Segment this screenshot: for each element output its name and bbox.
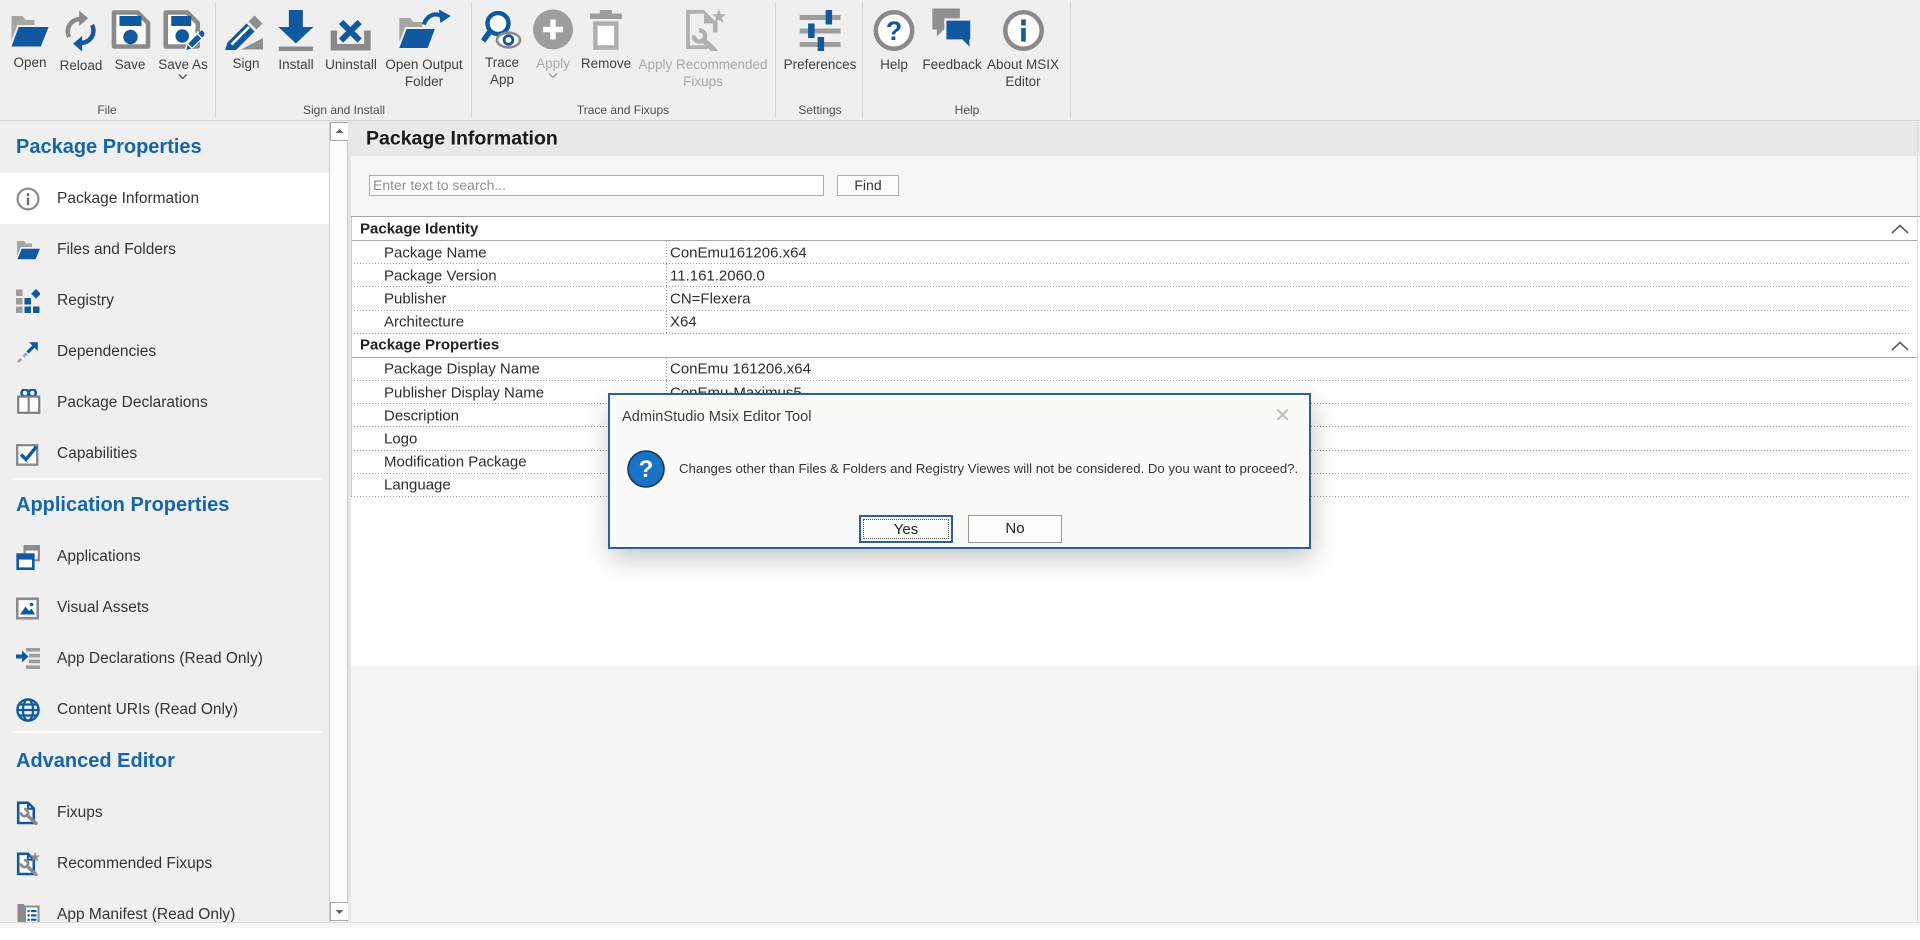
svg-text:?: ? <box>639 456 654 483</box>
svg-text:?: ? <box>886 16 903 46</box>
